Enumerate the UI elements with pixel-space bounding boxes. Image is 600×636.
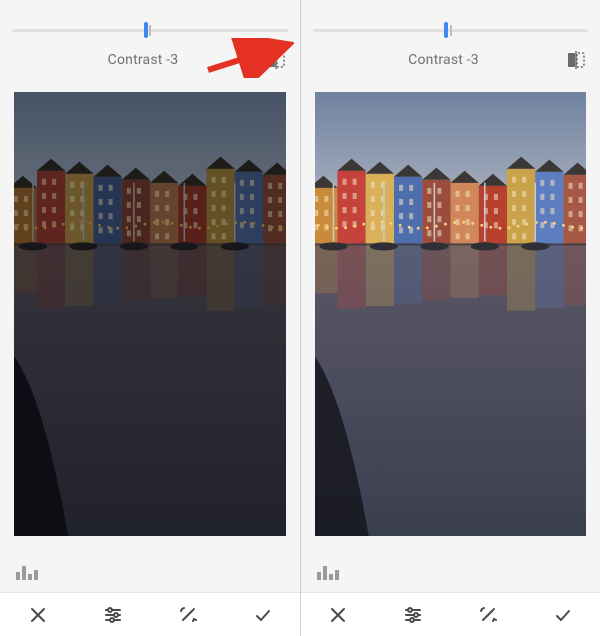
compare-before-after-icon[interactable] <box>566 50 586 70</box>
slider-thumb[interactable] <box>144 22 148 38</box>
bottom-toolbar <box>301 592 600 636</box>
auto-enhance-button[interactable] <box>168 595 208 635</box>
slider-center-tick <box>149 25 151 36</box>
adjustment-slider[interactable] <box>313 22 588 38</box>
auto-enhance-button[interactable] <box>468 595 508 635</box>
editor-panel-0: Contrast -3 <box>0 0 300 636</box>
image-preview[interactable] <box>14 92 286 536</box>
comparison-stage: Contrast -3 <box>0 0 600 636</box>
cancel-button[interactable] <box>18 595 58 635</box>
compare-before-after-icon[interactable] <box>266 50 286 70</box>
histogram-icon[interactable] <box>315 562 341 582</box>
adjustment-slider[interactable] <box>12 22 288 38</box>
adjustment-label: Contrast -3 <box>108 52 179 68</box>
slider-center-tick <box>450 25 452 36</box>
confirm-button[interactable] <box>543 595 583 635</box>
adjustment-label: Contrast -3 <box>408 52 479 68</box>
editor-panel-1: Contrast -3 <box>300 0 600 636</box>
slider-thumb[interactable] <box>444 22 448 38</box>
adjust-button[interactable] <box>93 595 133 635</box>
adjust-button[interactable] <box>393 595 433 635</box>
image-preview[interactable] <box>315 92 586 536</box>
histogram-icon[interactable] <box>14 562 40 582</box>
bottom-toolbar <box>0 592 300 636</box>
adjustment-readout-row: Contrast -3 <box>0 48 286 72</box>
cancel-button[interactable] <box>318 595 358 635</box>
adjustment-readout-row: Contrast -3 <box>301 48 586 72</box>
confirm-button[interactable] <box>243 595 283 635</box>
